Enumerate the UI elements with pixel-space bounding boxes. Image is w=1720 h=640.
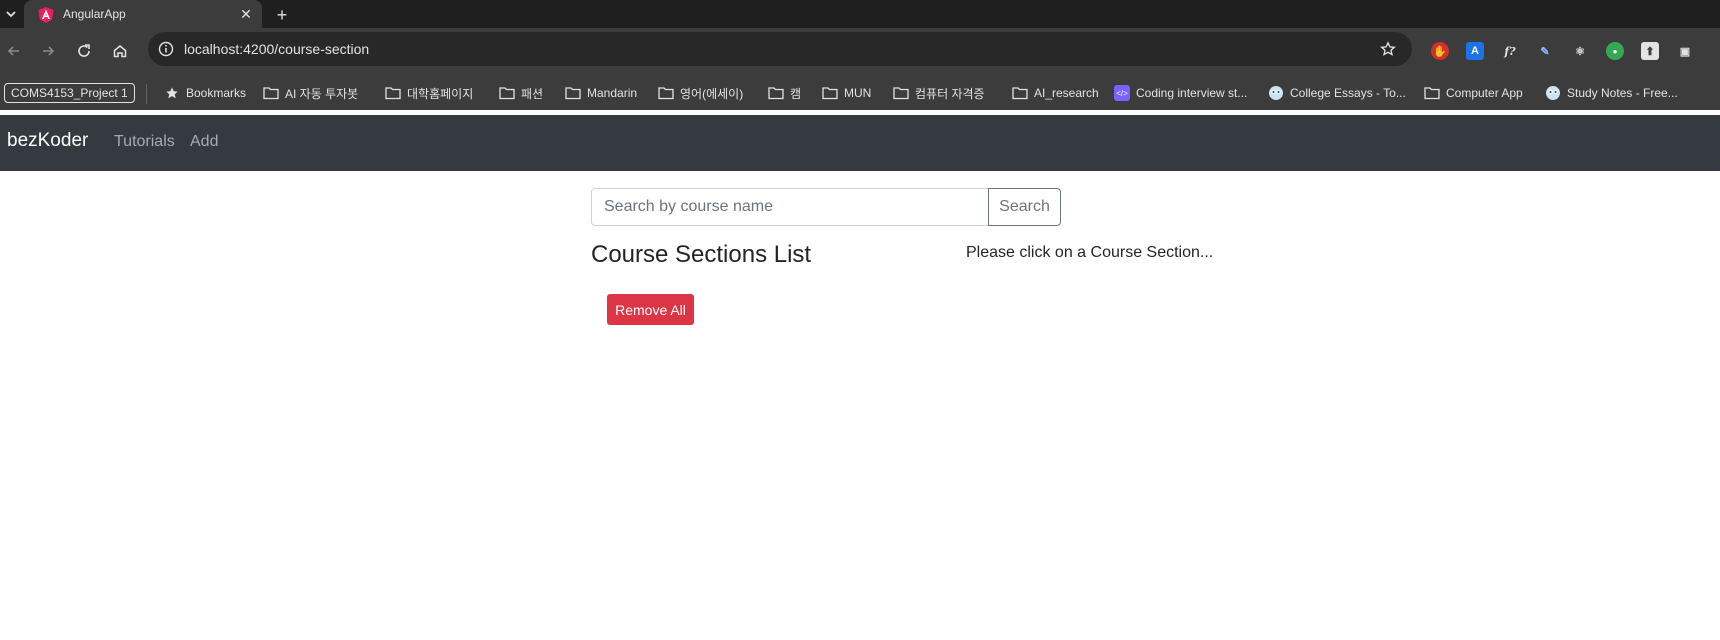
bookmark-label: Mandarin [587, 86, 638, 100]
search-input[interactable] [591, 188, 989, 226]
home-button[interactable] [108, 39, 132, 63]
owl-icon [1268, 85, 1284, 101]
home-icon [113, 45, 127, 58]
bookmark-folder[interactable]: 패션 [499, 84, 543, 102]
address-bar[interactable]: localhost:4200/course-section [148, 32, 1412, 66]
arrow-right-icon [43, 46, 55, 56]
bookmark-label: Computer App [1446, 86, 1523, 100]
bookmark-folder[interactable]: MUN [822, 84, 871, 102]
bookmark-label: Coding interview st... [1136, 86, 1248, 100]
bookmark-label: Bookmarks [186, 86, 247, 100]
bookmark-folder[interactable]: 컴퓨터 자격증 [893, 84, 985, 102]
reload-icon [78, 44, 90, 57]
bookmark-label: College Essays - To... [1290, 86, 1406, 100]
folder-icon [499, 85, 515, 101]
url-text[interactable]: localhost:4200/course-section [184, 41, 369, 57]
site-info-icon[interactable] [156, 39, 176, 59]
brand-link[interactable]: bezKoder [7, 130, 88, 152]
bookmark-folder[interactable]: 대학홈페이지 [385, 84, 473, 102]
bookmarks-separator [146, 84, 147, 104]
bookmark-item[interactable]: </> Coding interview st... [1114, 84, 1247, 102]
bookmark-label: 대학홈페이지 [407, 86, 474, 101]
folder-icon [263, 85, 279, 101]
puzzle-extension-icon[interactable]: ▣ [1676, 42, 1694, 60]
nav-link-add[interactable]: Add [190, 133, 218, 151]
tab-close-icon[interactable]: ✕ [237, 5, 255, 23]
bookmark-item[interactable]: College Essays - To... [1268, 84, 1406, 102]
bookmark-label: AI 자동 투자봇 [285, 86, 359, 101]
formula-extension-icon[interactable]: f? [1501, 42, 1519, 60]
folder-icon [893, 85, 909, 101]
bookmark-folder[interactable]: Computer App [1424, 84, 1523, 102]
bookmark-item[interactable]: Study Notes - Free... [1545, 84, 1678, 102]
bookmark-folder[interactable]: 영어(에세이) [658, 84, 743, 102]
reload-button[interactable] [72, 39, 96, 63]
folder-icon [658, 85, 674, 101]
bookmark-folder[interactable]: Mandarin [565, 84, 637, 102]
bookmark-folder[interactable]: AI_research [1012, 84, 1099, 102]
arrow-left-icon [7, 46, 19, 56]
bookmark-label: 캠 [790, 86, 802, 101]
star-icon [164, 85, 180, 101]
browser-tab[interactable]: AngularApp ✕ [24, 0, 262, 30]
bookmark-folder[interactable]: AI 자동 투자봇 [263, 84, 358, 102]
folder-icon [385, 85, 401, 101]
chevron-down-icon [6, 11, 16, 18]
react-extension-icon[interactable]: ⚛ [1571, 42, 1589, 60]
folder-icon [1424, 85, 1440, 101]
search-button[interactable]: Search [988, 188, 1061, 226]
code-icon: </> [1114, 85, 1130, 101]
app-navbar: bezKoder Tutorials Add [0, 115, 1720, 171]
download-extension-icon[interactable]: ⬆ [1641, 42, 1659, 60]
folder-icon [822, 85, 838, 101]
bookmark-item[interactable]: Bookmarks [164, 84, 246, 102]
back-button[interactable] [2, 39, 26, 63]
folder-icon [1012, 85, 1028, 101]
folder-icon [565, 85, 581, 101]
page-title: Course Sections List [591, 241, 812, 268]
remove-all-button[interactable]: Remove All [607, 294, 694, 325]
bookmark-folder[interactable]: 캠 [768, 84, 801, 102]
adblock-extension-icon[interactable]: ✋ [1431, 42, 1449, 60]
bookmark-label: MUN [844, 86, 872, 100]
forward-button[interactable] [36, 39, 60, 63]
tab-title: AngularApp [63, 7, 126, 21]
bookmark-label: Study Notes - Free... [1567, 86, 1678, 100]
nav-link-tutorials[interactable]: Tutorials [114, 133, 175, 151]
translate-extension-icon[interactable]: A [1466, 42, 1484, 60]
browser-toolbar: localhost:4200/course-section ✋ A f? ✎ ⚛… [0, 28, 1720, 72]
tab-search-button[interactable] [0, 0, 22, 28]
bookmark-star-icon[interactable] [1378, 39, 1398, 59]
bookmark-label: 컴퓨터 자격증 [915, 86, 985, 101]
folder-icon [768, 85, 784, 101]
angular-icon [38, 7, 54, 23]
owl-icon [1545, 85, 1561, 101]
new-tab-button[interactable]: + [271, 4, 293, 26]
bookmark-label: 영어(에세이) [680, 86, 744, 101]
bookmark-label: 패션 [521, 86, 544, 101]
detail-hint: Please click on a Course Section... [966, 244, 1214, 261]
green-extension-icon[interactable]: ● [1606, 42, 1624, 60]
tab-strip: AngularApp ✕ + [0, 0, 1720, 30]
eyedropper-extension-icon[interactable]: ✎ [1536, 42, 1554, 60]
bookmark-label: AI_research [1034, 86, 1099, 100]
bookmark-project-pill[interactable]: COMS4153_Project 1 [4, 83, 135, 103]
